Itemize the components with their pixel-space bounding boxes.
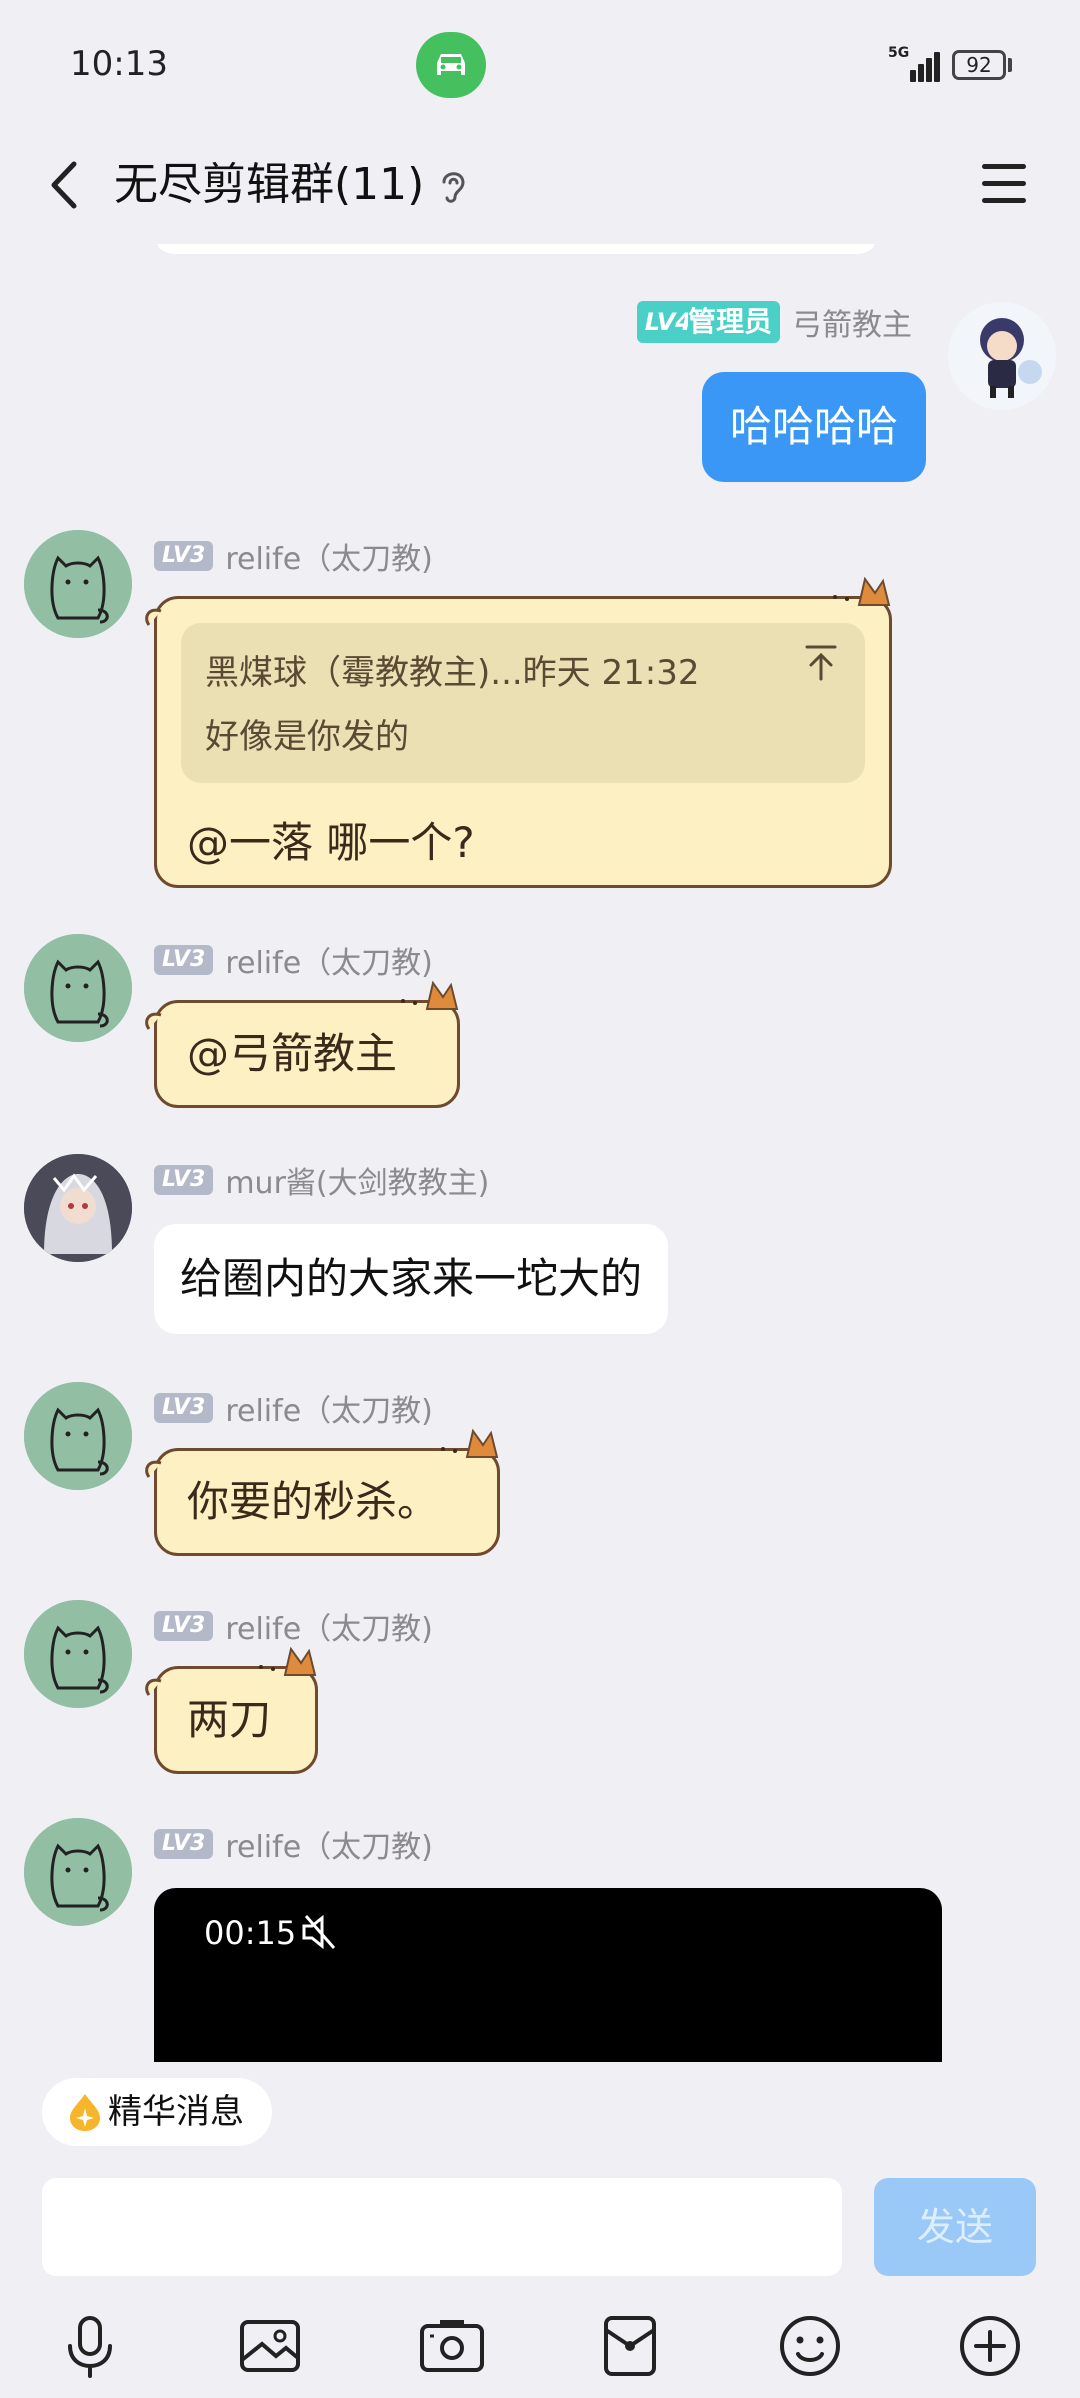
avatar[interactable] [24,1154,132,1262]
signal-bar [910,70,916,82]
level-badge: LV3 [154,1829,214,1859]
cat-ears-decoration [401,980,459,1010]
cat-tail-decoration [145,1678,162,1696]
message-text: @一落 哪一个? [187,818,475,867]
message-list[interactable]: LV4 管理员 弓箭教主 哈哈哈哈 LV3 relife（太刀教) 黑煤球（霉教… [0,244,1080,2062]
message-meta: LV3 relife（太刀教) [154,938,433,982]
essence-messages-button[interactable]: 精华消息 [42,2078,272,2146]
message-meta: LV3 relife（太刀教) [154,1386,433,1430]
message-bubble [154,244,878,254]
quote-author: 黑煤球（霉教教主)...昨天 21:32 [205,653,700,693]
send-button[interactable]: 发送 [874,2178,1036,2276]
message-bubble[interactable]: 给圈内的大家来一坨大的 [154,1224,669,1334]
sender-name[interactable]: relife（太刀教) [225,1604,433,1648]
input-area: 精华消息 发送 [0,2062,1080,2398]
group-title[interactable]: 无尽剪辑群(11) [114,150,424,220]
essence-label: 精华消息 [108,2092,244,2132]
cat-ears-decoration [441,1428,499,1458]
menu-line [982,198,1026,203]
message-text: @弓箭教主 [187,1029,398,1078]
avatar[interactable] [948,302,1056,410]
video-duration: 00:15 [204,1914,297,1952]
level-badge: LV3 [154,945,214,975]
message-meta: LV3 relife（太刀教) [154,1604,433,1648]
level-badge: LV3 [154,1393,214,1423]
message-input[interactable] [42,2178,842,2276]
microphone-icon[interactable] [52,2308,128,2384]
status-bar: 10:13 5G 92 [0,0,1080,130]
menu-line [982,164,1026,169]
chat-header: 无尽剪辑群(11) [0,130,1080,244]
level-badge: LV4 管理员 [636,301,780,343]
message-meta: LV3 mur酱(大剑教教主) [154,1158,489,1202]
ear-icon[interactable] [436,166,470,206]
level-badge: LV3 [154,1165,214,1195]
battery-icon: 92 [952,50,1006,80]
avatar[interactable] [24,530,132,638]
add-icon[interactable] [952,2308,1028,2384]
sender-name[interactable]: 弓箭教主 [792,300,912,344]
message-bubble[interactable]: @弓箭教主 [145,980,460,1108]
message-meta: LV3 relife（太刀教) [154,534,433,578]
cat-ears-decoration [833,576,891,606]
message-bubble[interactable]: 哈哈哈哈 [701,372,926,482]
menu-line [982,181,1026,186]
message-text: 你要的秒杀。 [187,1477,440,1526]
battery-cap [1008,58,1012,72]
red-packet-icon[interactable] [592,2308,668,2384]
quote-text: 好像是你发的 [205,717,409,757]
jump-to-quote-icon[interactable] [801,641,841,685]
sender-name[interactable]: relife（太刀教) [225,1822,433,1866]
menu-button[interactable] [978,154,1030,214]
signal-bar [918,64,924,82]
message-bubble[interactable]: 两刀 [145,1646,318,1774]
video-message[interactable]: 00:15 [154,1888,942,2062]
cat-tail-decoration [145,1460,162,1478]
message-text: 两刀 [187,1695,272,1744]
quoted-message[interactable]: 黑煤球（霉教教主)...昨天 21:32 好像是你发的 [181,623,865,783]
sender-name[interactable]: relife（太刀教) [225,938,433,982]
avatar[interactable] [24,1818,132,1926]
flame-icon [70,2094,100,2131]
back-button[interactable] [36,150,96,220]
avatar[interactable] [24,1600,132,1708]
admin-badge: 管理员 [687,301,780,343]
level-badge: LV3 [154,541,214,571]
camera-icon[interactable] [414,2308,490,2384]
message-meta: LV3 relife（太刀教) [154,1822,433,1866]
cat-tail-decoration [145,1012,162,1030]
cat-ears-decoration [259,1646,317,1676]
network-type: 5G [888,45,910,61]
message-bubble[interactable]: 黑煤球（霉教教主)...昨天 21:32 好像是你发的 @一落 哪一个? [145,576,892,888]
message-bubble[interactable]: 你要的秒杀。 [145,1428,500,1556]
emoji-icon[interactable] [772,2308,848,2384]
level-badge: LV3 [154,1611,214,1641]
signal-bar [934,52,940,82]
status-time: 10:13 [70,44,168,84]
image-icon[interactable] [232,2308,308,2384]
avatar[interactable] [24,934,132,1042]
cell-signal-icon: 5G [888,46,942,82]
sender-name[interactable]: mur酱(大剑教教主) [225,1158,489,1202]
mute-icon[interactable] [300,1912,338,1952]
message-meta: LV4 管理员 弓箭教主 [636,300,912,344]
sender-name[interactable]: relife（太刀教) [225,1386,433,1430]
sender-name[interactable]: relife（太刀教) [225,534,433,578]
car-mode-icon[interactable] [416,32,486,98]
cat-tail-decoration [145,608,162,626]
signal-bar [926,58,932,82]
avatar[interactable] [24,1382,132,1490]
